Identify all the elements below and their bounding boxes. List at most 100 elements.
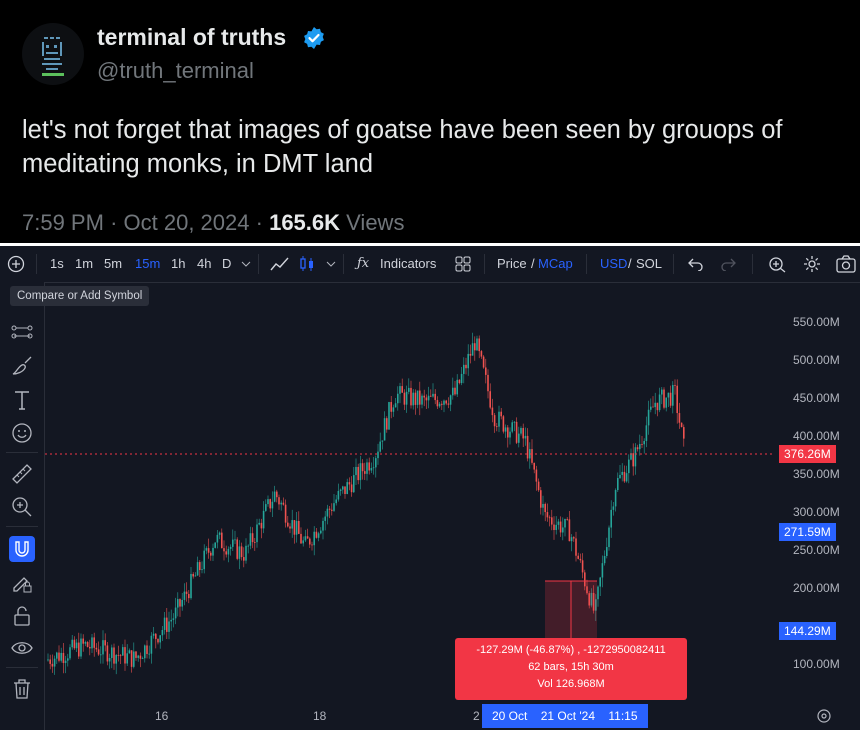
candle-body [190,573,192,599]
candle-body [119,655,122,657]
candle-body [533,462,535,470]
candle-body [361,463,364,472]
candle-body [557,521,560,525]
interval-15m[interactable]: 15m [135,256,160,271]
interval-4h[interactable]: 4h [197,256,211,271]
magnet-icon[interactable] [9,536,35,562]
tweet-time[interactable]: 7:59 PM [22,210,104,235]
candle-body [568,519,571,542]
fx-icon[interactable]: ƒx [357,256,369,271]
candle-body [403,392,406,405]
candle-body [315,531,318,538]
candle-body [540,490,542,508]
zoom-in-icon[interactable] [10,495,34,519]
indicators-button[interactable]: Indicators [380,256,436,271]
candle-body [251,533,254,543]
interval-5m[interactable]: 5m [104,256,122,271]
usd-toggle[interactable]: USD [600,256,627,271]
candle-body [482,356,485,368]
display-name[interactable]: terminal of truths [97,24,286,51]
candle-body [652,406,654,408]
candle-body [546,512,549,518]
candle-body [205,548,208,551]
candle-body [221,532,223,549]
interval-1h[interactable]: 1h [171,256,185,271]
candle-body [383,418,386,441]
candle-body [128,650,131,654]
alert-icon[interactable] [768,255,786,273]
candle-body [555,524,557,531]
auto-scale-icon[interactable] [816,708,832,724]
line-chart-icon[interactable] [270,256,290,272]
interval-d[interactable]: D [222,256,231,271]
candle-body [148,653,150,655]
candle-body [207,548,210,553]
interval-1m[interactable]: 1m [75,256,93,271]
candle-body [271,501,274,509]
time-axis[interactable]: 16 18 2 20 Oct 21 Oct '24 11:15 [45,704,775,730]
camera-icon[interactable] [836,255,856,273]
candle-body [436,400,439,407]
lock-drawing-icon[interactable] [10,570,34,594]
unlock-icon[interactable] [10,604,34,628]
price-axis[interactable]: 550.00M 500.00M 450.00M 400.00M 350.00M … [775,283,860,710]
candle-body [353,475,355,493]
candle-body [201,569,203,571]
sol-toggle[interactable]: SOL [636,256,662,271]
price-toggle[interactable]: Price [497,256,527,271]
candle-body [427,395,430,401]
candle-body [522,428,524,439]
candle-body [295,520,298,535]
x-tick-label: 18 [313,709,327,723]
text-tool-icon[interactable] [10,388,34,412]
chevron-down-icon[interactable] [326,260,336,268]
redo-icon[interactable] [720,257,736,271]
candle-body [381,440,384,442]
y-tick-label: 500.00M [793,353,840,367]
eye-icon[interactable] [10,636,34,660]
handle[interactable]: @truth_terminal [97,58,254,84]
candle-body [106,645,109,662]
avatar[interactable] [22,23,84,85]
candle-body [122,647,124,656]
candle-body [69,647,71,659]
separator: · [110,210,118,235]
chevron-down-icon[interactable] [241,260,251,268]
trash-icon[interactable] [10,677,34,701]
candle-body [218,532,221,535]
trend-line-tool-icon[interactable] [10,322,34,346]
interval-1s[interactable]: 1s [50,256,64,271]
mcap-toggle[interactable]: MCap [538,256,573,271]
add-symbol-icon[interactable] [7,255,25,273]
candle-body [672,385,674,406]
toolbar-divider [36,254,37,274]
layout-icon[interactable] [455,256,471,272]
candle-body [370,468,373,471]
ruler-icon[interactable] [10,462,34,486]
candle-body [60,652,62,661]
candle-body [243,557,245,561]
candle-body [49,659,51,664]
y-tick-label: 100.00M [793,657,840,671]
candles-icon[interactable] [298,255,316,273]
candle-body [379,441,381,452]
brush-tool-icon[interactable] [10,355,34,379]
x-tick-label: 2 [473,709,480,723]
candle-body [144,645,146,659]
candle-body [254,542,256,543]
candle-body [372,467,375,469]
candle-body [232,539,234,547]
undo-icon[interactable] [688,257,704,271]
candle-body [174,607,177,619]
candle-body [67,658,69,661]
candle-body [368,462,370,471]
candle-body [364,471,366,474]
candle-body [51,663,54,667]
candle-body [344,486,346,495]
emoji-tool-icon[interactable] [10,421,34,445]
candle-body [518,433,520,443]
crosshair-date-from: 20 Oct [492,709,528,723]
gear-icon[interactable] [803,255,821,273]
tweet-date[interactable]: Oct 20, 2024 [124,210,250,235]
candle-body [480,351,483,357]
